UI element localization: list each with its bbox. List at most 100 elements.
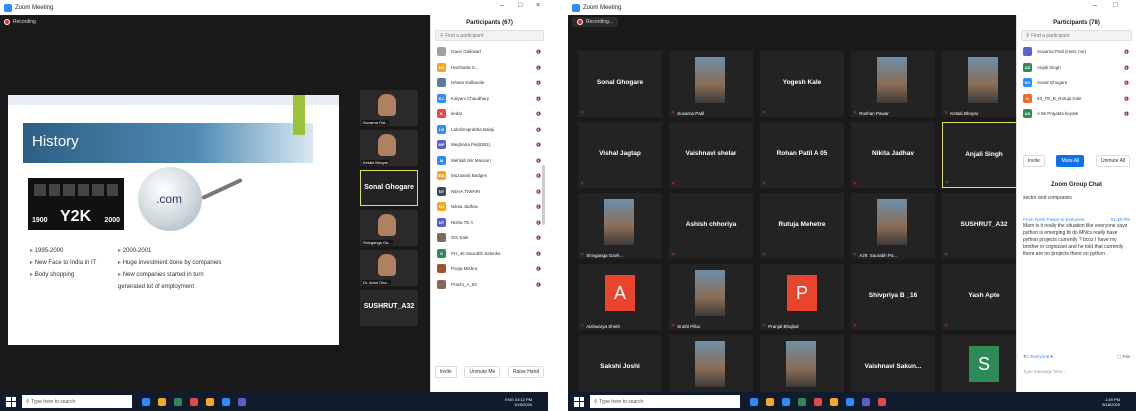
video-tile[interactable]: Sonal Ghogare ✕ xyxy=(578,51,662,117)
app-icon[interactable] xyxy=(174,397,182,406)
participant-row[interactable]: Pooja Mishra 🔇 xyxy=(431,261,548,277)
avatar: AS xyxy=(1023,109,1032,119)
thumbnail-video[interactable]: Suvarna Pat... xyxy=(360,90,418,126)
video-tile[interactable]: Yogesh Kale ✕ xyxy=(760,51,844,117)
participant-name: PH_46 Saurabh Salunke xyxy=(451,250,501,256)
video-tile[interactable]: P ✕ Pranjal Bhujbal xyxy=(760,264,844,330)
unmute-me-button[interactable]: Unmute Me xyxy=(464,366,501,378)
app-icon[interactable] xyxy=(142,397,150,406)
video-tile[interactable]: A ✕ Aishwarya Sheth xyxy=(578,264,662,330)
avatar xyxy=(437,47,446,57)
recipient-dropdown[interactable]: Everyone xyxy=(1030,354,1049,359)
participant-row[interactable]: Gauri Gaikwad 🔇 xyxy=(431,44,548,60)
chat-input[interactable]: Type message here... xyxy=(1023,369,1130,374)
app-icon[interactable] xyxy=(190,397,198,406)
video-tile[interactable]: Vaishnavi shelar ✕ xyxy=(669,122,753,188)
participant-name: Kalyani Chaudhary xyxy=(451,95,490,101)
video-tile[interactable]: ✕ Sruthi Pillai xyxy=(669,264,753,330)
raise-hand-button[interactable]: Raise Hand xyxy=(508,366,545,378)
app-icon[interactable] xyxy=(846,397,854,406)
taskbar-search[interactable]: ⚲ Type here to search xyxy=(590,395,740,408)
participant-row[interactable]: Prachi_A_63 🔇 xyxy=(431,277,548,293)
app-icon[interactable] xyxy=(750,397,758,406)
invite-button[interactable]: Invite xyxy=(1022,155,1045,167)
participant-row[interactable]: R 63_TE_B_Rutuja Kale 🔇 xyxy=(1017,91,1136,107)
taskbar-search[interactable]: ⚲ Type here to search xyxy=(22,395,132,408)
participant-row[interactable]: KC Kalyani Chaudhary 🔇 xyxy=(431,91,548,107)
unmute-all-button[interactable]: Unmute All xyxy=(1095,155,1131,167)
tile-label: ✕ Roshan Pawar xyxy=(853,110,889,116)
video-tile[interactable]: Yash Apte ✕ xyxy=(942,264,1026,330)
participant-row[interactable]: Om Kale 🔇 xyxy=(431,230,548,246)
chat-body: sector and companies From Rohit Pawar to… xyxy=(1023,195,1130,257)
video-tile[interactable]: ✕ A29: Saurabh Pa... xyxy=(851,193,935,259)
tile-name: Rohan Patil A 05 xyxy=(776,150,828,157)
thumbnail-video[interactable]: Ketaki Bhoyar xyxy=(360,130,418,166)
mute-all-button[interactable]: Mute All xyxy=(1056,155,1085,167)
letter-avatar: A xyxy=(605,275,635,311)
participant-row[interactable]: LB Lakshmiprabha Balaji 🔇 xyxy=(431,122,548,138)
participant-row[interactable]: MP Meghana Pai(8551) 🔇 xyxy=(431,137,548,153)
app-icon[interactable] xyxy=(830,397,838,406)
chat-sender[interactable]: From Rohit Pawar to Everyone xyxy=(1023,216,1085,223)
thumbnail-video[interactable]: Shivganga Ga... xyxy=(360,210,418,246)
thumbnail-video[interactable]: Dr. Amol Dha... xyxy=(360,250,418,286)
app-icon[interactable] xyxy=(782,397,790,406)
participant-row[interactable]: MB Muzaarali Badgen 🔇 xyxy=(431,168,548,184)
video-tile[interactable]: Shivpriya B _16 ✕ xyxy=(851,264,935,330)
participant-row[interactable]: NJ Nikita Jadhav 🔇 xyxy=(431,199,548,215)
video-tile[interactable]: ✕ Suvarna Patil xyxy=(669,51,753,117)
app-icon[interactable] xyxy=(798,397,806,406)
app-icon[interactable] xyxy=(222,397,230,406)
windows-start-icon[interactable] xyxy=(6,396,16,407)
participant-row[interactable]: SG Sonal Ghogare 🔇 xyxy=(1017,75,1136,91)
participant-row[interactable]: NT Nisha TE A 🔇 xyxy=(431,215,548,231)
video-tile[interactable]: Rohan Patil A 05 ✕ xyxy=(760,122,844,188)
participant-row[interactable]: Kkedar 🔇 xyxy=(431,106,548,122)
app-icon[interactable] xyxy=(158,397,166,406)
close-icon[interactable]: × xyxy=(536,2,540,9)
video-tile[interactable]: Nikita Jadhav ✕ xyxy=(851,122,935,188)
windows-start-icon[interactable] xyxy=(574,396,584,407)
app-icon[interactable] xyxy=(878,397,886,406)
app-icon[interactable] xyxy=(206,397,214,406)
video-tile[interactable]: Anjali Singh ✕ xyxy=(942,122,1026,188)
muted-mic-icon: 🔇 xyxy=(1124,80,1130,86)
app-icon[interactable] xyxy=(862,397,870,406)
participant-row[interactable]: HS Harshada S... 🔇 xyxy=(431,60,548,76)
participant-name: 63_TE_B_Rutuja Kale xyxy=(1037,95,1082,101)
thumbnail-active-speaker[interactable]: Sonal Ghogare xyxy=(360,170,418,206)
participant-row[interactable]: Ishwar Kalbande 🔇 xyxy=(431,75,548,91)
maximize-icon[interactable]: □ xyxy=(1113,2,1117,9)
participant-search-input[interactable]: ⚲ Find a participant xyxy=(1021,30,1132,41)
participant-row[interactable]: NT NEHA TIWARI 🔇 xyxy=(431,184,548,200)
participant-row[interactable]: AS A 56 Prajakta koyate 🔇 xyxy=(1017,106,1136,122)
invite-button[interactable]: Invite xyxy=(434,366,457,378)
thumbnail-name[interactable]: SUSHRUT_A32 xyxy=(360,290,418,326)
participant-row[interactable]: AS Anjali Singh 🔇 xyxy=(1017,60,1136,76)
avatar xyxy=(437,233,446,243)
video-tile[interactable]: Vishal Jagtap ✕ xyxy=(578,122,662,188)
video-tile[interactable]: ✕ Ketaki Bhoyar xyxy=(942,51,1026,117)
video-tile[interactable]: Ashish chhoriya ✕ xyxy=(669,193,753,259)
app-icon[interactable] xyxy=(766,397,774,406)
app-icon[interactable] xyxy=(238,397,246,406)
participant-row[interactable]: M Mehtab Mir Mansuri 🔇 xyxy=(431,153,548,169)
video-tile[interactable]: Rutuja Mehetre ✕ xyxy=(760,193,844,259)
video-tile[interactable]: ✕ Roshan Pawar xyxy=(851,51,935,117)
side-panel: Participants (78) ⚲ Find a participant S… xyxy=(1016,15,1136,392)
participant-row[interactable]: S PH_46 Saurabh Salunke 🔇 xyxy=(431,246,548,262)
avatar xyxy=(437,78,446,88)
participant-row[interactable]: Suvarna Patil (Host, me) 🔇 xyxy=(1017,44,1136,60)
video-tile[interactable]: SUSHRUT_A32 ✕ xyxy=(942,193,1026,259)
file-button[interactable]: ▢ File xyxy=(1117,354,1130,360)
video-tile[interactable]: ✕ Shivganga Gavh... xyxy=(578,193,662,259)
avatar: M xyxy=(437,155,446,165)
minimize-icon[interactable]: – xyxy=(1093,2,1097,9)
muted-mic-icon: ✕ xyxy=(944,252,949,258)
app-icon[interactable] xyxy=(814,397,822,406)
maximize-icon[interactable]: □ xyxy=(518,2,522,9)
scrollbar[interactable] xyxy=(542,165,545,225)
minimize-icon[interactable]: – xyxy=(500,2,504,9)
participant-search-input[interactable]: ⚲ Find a participant xyxy=(435,30,544,41)
